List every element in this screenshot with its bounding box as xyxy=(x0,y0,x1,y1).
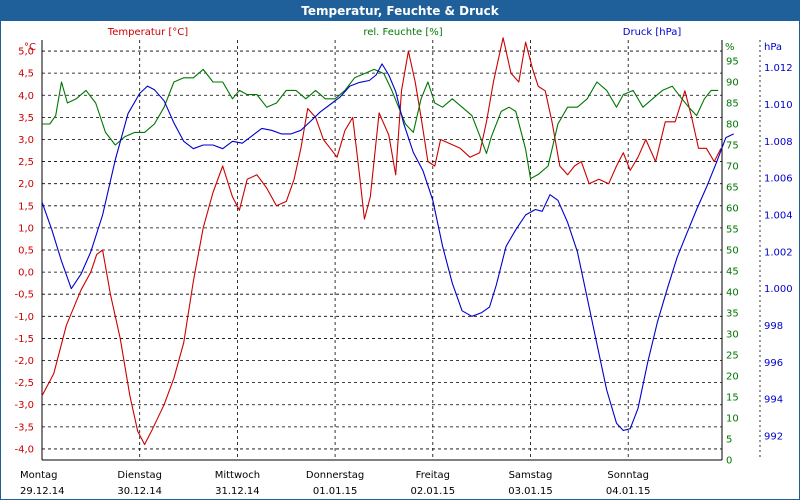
pressure-axis: 1.012 1.010 1.008 1.006 1.004 1.002 1.000 998 99… xyxy=(764,63,793,442)
humidity-axis-title: rel. Feuchte [%] xyxy=(363,27,442,38)
series-line-humidity xyxy=(42,68,719,180)
temperature-tick-label: -0,5 xyxy=(14,290,34,301)
x-tick-date: 30.12.14 xyxy=(117,486,162,497)
series-layer xyxy=(41,37,734,446)
temperature-tick-label: 4,5 xyxy=(18,69,34,80)
temperature-tick-label: 0,5 xyxy=(18,246,34,257)
pressure-tick-label: 1.000 xyxy=(764,284,793,295)
temperature-tick-label: -1,5 xyxy=(14,334,34,345)
x-tick-date: 03.01.15 xyxy=(508,486,553,497)
temperature-tick-label: -1,0 xyxy=(14,312,34,323)
x-tick-date: 31.12.14 xyxy=(215,486,260,497)
temperature-axis: 5,04,54,03,53,02,52,01,51,00,50,0-0,5-1,… xyxy=(14,47,34,456)
x-tick-day: Mittwoch xyxy=(215,470,260,481)
x-tick-date: 04.01.15 xyxy=(606,486,651,497)
temperature-tick-label: 1,0 xyxy=(18,223,34,234)
x-tick-date: 29.12.14 xyxy=(20,486,65,497)
humidity-tick-label: 15 xyxy=(726,393,739,404)
x-tick-day: Montag xyxy=(20,470,57,481)
chart-canvas: 5,04,54,03,53,02,52,01,51,00,50,0-0,5-1,… xyxy=(14,27,793,497)
pressure-tick-label: 1.008 xyxy=(764,137,793,148)
humidity-tick-label: 40 xyxy=(726,288,739,299)
temperature-tick-label: -2,5 xyxy=(14,378,34,389)
pressure-tick-label: 1.002 xyxy=(764,247,793,258)
x-axis: Montag 29.12.14 Dienstag 30.12.14 Mittwoch 31… xyxy=(20,470,650,497)
humidity-tick-label: 0 xyxy=(726,456,732,467)
temperature-tick-label: 3,5 xyxy=(18,113,34,124)
humidity-tick-label: 30 xyxy=(726,330,739,341)
humidity-tick-label: 80 xyxy=(726,120,739,131)
pressure-tick-label: 1.010 xyxy=(764,100,793,111)
temperature-tick-label: 1,5 xyxy=(18,201,34,212)
x-tick-day: Freitag xyxy=(416,470,450,481)
x-tick-day: Sonntag xyxy=(607,470,649,481)
temperature-tick-label: 2,0 xyxy=(18,179,34,190)
x-tick-day: Donnerstag xyxy=(306,470,364,481)
pressure-tick-label: 998 xyxy=(764,321,783,332)
temperature-tick-label: -4,0 xyxy=(14,444,34,455)
humidity-tick-label: 65 xyxy=(726,183,739,194)
x-tick-date: 01.01.15 xyxy=(313,486,358,497)
humidity-tick-label: 35 xyxy=(726,309,739,320)
temperature-tick-label: -2,0 xyxy=(14,356,34,367)
pressure-unit-label: hPa xyxy=(764,42,782,53)
pressure-axis-title: Druck [hPa] xyxy=(623,27,682,38)
temperature-tick-label: 3,0 xyxy=(18,135,34,146)
humidity-tick-label: 5 xyxy=(726,435,732,446)
humidity-unit-label: % xyxy=(725,42,735,53)
humidity-tick-label: 85 xyxy=(726,99,739,110)
humidity-tick-label: 25 xyxy=(726,351,739,362)
axis-labels: °C Temperatur [°C] rel. Feuchte [%] % Dr… xyxy=(24,27,782,53)
humidity-tick-label: 20 xyxy=(726,372,739,383)
temperature-tick-label: -3,5 xyxy=(14,422,34,433)
humidity-tick-label: 50 xyxy=(726,246,739,257)
humidity-tick-label: 45 xyxy=(726,267,739,278)
temperature-tick-label: -3,0 xyxy=(14,400,34,411)
pressure-tick-label: 1.006 xyxy=(764,174,793,185)
pressure-tick-label: 1.012 xyxy=(764,63,793,74)
humidity-axis: 95908580757065605550454035302520151050 xyxy=(726,57,739,467)
temperature-tick-label: 0,0 xyxy=(18,268,34,279)
temperature-axis-title: Temperatur [°C] xyxy=(107,27,188,38)
x-tick-date: 02.01.15 xyxy=(411,486,456,497)
humidity-tick-label: 75 xyxy=(726,141,739,152)
humidity-tick-label: 10 xyxy=(726,414,739,425)
series-line-pressure xyxy=(41,63,734,432)
humidity-tick-label: 95 xyxy=(726,57,739,68)
series-line-temperature xyxy=(41,37,722,446)
pressure-tick-label: 996 xyxy=(764,358,783,369)
temperature-unit-label: °C xyxy=(24,42,36,53)
humidity-tick-label: 60 xyxy=(726,204,739,215)
x-tick-day: Samstag xyxy=(509,470,553,481)
x-tick-day: Dienstag xyxy=(117,470,162,481)
pressure-tick-label: 994 xyxy=(764,395,783,406)
humidity-tick-label: 90 xyxy=(726,78,739,89)
pressure-tick-label: 1.004 xyxy=(764,211,793,222)
temperature-tick-label: 2,5 xyxy=(18,157,34,168)
humidity-tick-label: 70 xyxy=(726,162,739,173)
pressure-tick-label: 992 xyxy=(764,432,783,443)
temperature-tick-label: 4,0 xyxy=(18,91,34,102)
humidity-tick-label: 55 xyxy=(726,225,739,236)
